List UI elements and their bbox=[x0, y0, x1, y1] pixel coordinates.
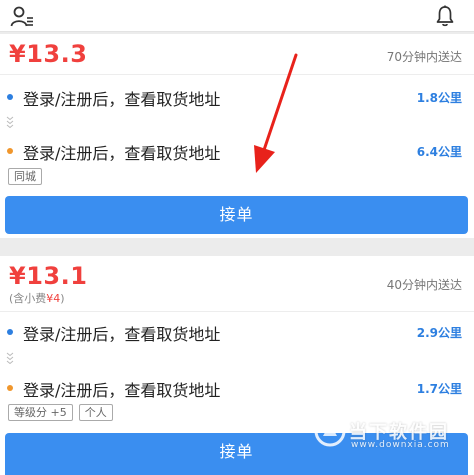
pickup-dot-icon bbox=[7, 94, 13, 100]
pickup-stop: 登录/注册后，查看取货地址 2.9公里 bbox=[0, 320, 474, 344]
pickup-address: 登录/注册后，查看取货地址 bbox=[23, 90, 221, 109]
divider bbox=[0, 311, 474, 312]
tag-level-score: 等级分 +5 bbox=[8, 404, 73, 421]
order-card[interactable]: ¥13.3 70分钟内送达 登录/注册后，查看取货地址 1.8公里 登录/注册后… bbox=[0, 34, 474, 238]
order-list-screen: ¥13.3 70分钟内送达 登录/注册后，查看取货地址 1.8公里 登录/注册后… bbox=[0, 0, 474, 475]
watermark-url: www.downxia.com bbox=[351, 440, 450, 450]
pickup-distance: 2.9公里 bbox=[416, 326, 462, 340]
watermark-logo-icon bbox=[314, 415, 346, 447]
order-tags: 同城 bbox=[8, 168, 42, 185]
dropoff-distance: 6.4公里 bbox=[416, 145, 462, 159]
order-price: ¥13.3 bbox=[9, 40, 88, 68]
pickup-stop: 登录/注册后，查看取货地址 1.8公里 bbox=[0, 85, 474, 109]
chevrons-down-icon bbox=[6, 116, 14, 128]
dropoff-address: 登录/注册后，查看取货地址 bbox=[23, 381, 221, 400]
dropoff-distance: 1.7公里 bbox=[416, 382, 462, 396]
order-tags: 等级分 +5 个人 bbox=[8, 404, 113, 421]
tip-amount: ¥4 bbox=[46, 292, 61, 305]
dropoff-address: 登录/注册后，查看取货地址 bbox=[23, 144, 221, 163]
accept-order-button[interactable]: 接单 bbox=[5, 196, 468, 234]
tag-city: 同城 bbox=[8, 168, 42, 185]
watermark: 当下软件园 www.downxia.com bbox=[313, 412, 463, 454]
dropoff-stop: 登录/注册后，查看取货地址 1.7公里 bbox=[0, 376, 474, 400]
delivery-eta: 70分钟内送达 bbox=[386, 50, 462, 64]
bell-icon[interactable] bbox=[436, 5, 454, 27]
pickup-distance: 1.8公里 bbox=[416, 91, 462, 105]
dropoff-stop: 登录/注册后，查看取货地址 6.4公里 bbox=[0, 139, 474, 163]
delivery-eta: 40分钟内送达 bbox=[386, 278, 462, 292]
pickup-dot-icon bbox=[7, 329, 13, 335]
dropoff-dot-icon bbox=[7, 385, 13, 391]
top-bar bbox=[0, 0, 474, 32]
user-menu-icon[interactable] bbox=[10, 5, 34, 27]
order-price: ¥13.1 bbox=[9, 262, 88, 290]
divider bbox=[0, 74, 474, 75]
tip-suffix: ) bbox=[60, 292, 65, 305]
chevrons-down-icon bbox=[6, 352, 14, 364]
pickup-address: 登录/注册后，查看取货地址 bbox=[23, 325, 221, 344]
tip-prefix: (含小费 bbox=[9, 292, 47, 305]
tip-note: (含小费¥4) bbox=[9, 290, 65, 306]
tag-personal: 个人 bbox=[78, 404, 113, 421]
dropoff-dot-icon bbox=[7, 148, 13, 154]
